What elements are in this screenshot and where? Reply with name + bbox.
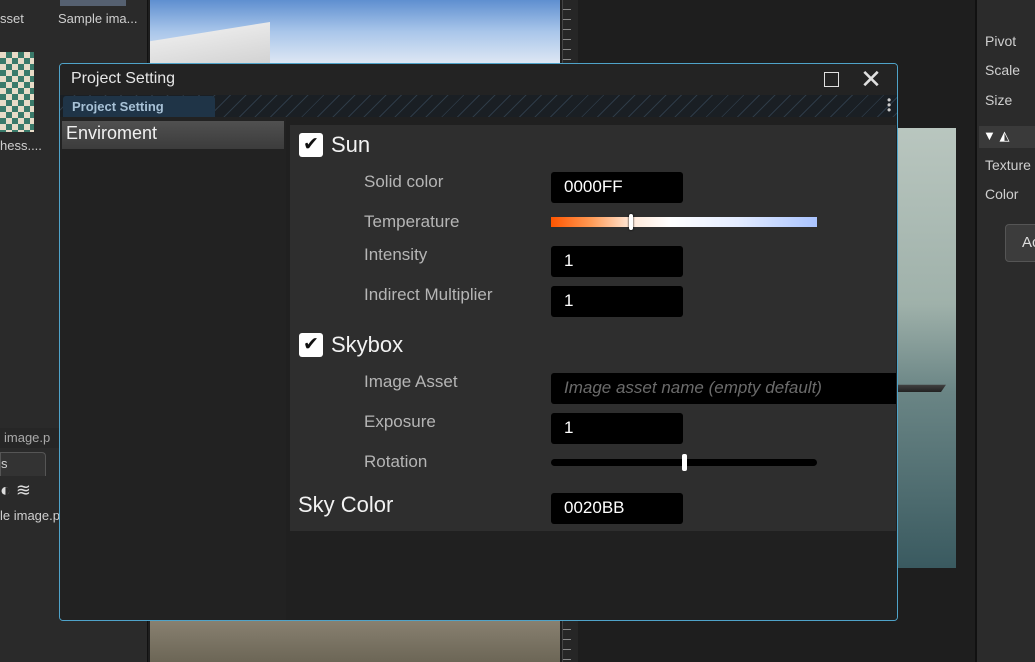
ruler-top <box>562 0 578 64</box>
exposure-label: Exposure <box>364 412 436 431</box>
preview-image-sea <box>896 128 956 568</box>
checkmark-icon: ✔ <box>303 134 319 155</box>
asset-label-2[interactable]: Sample ima... <box>58 11 137 26</box>
ruler-bottom <box>562 620 578 662</box>
sun-section-title: Sun <box>331 132 371 157</box>
intensity-input[interactable]: 1 <box>551 246 683 277</box>
add-component-button[interactable]: Ac <box>1005 224 1035 262</box>
solid-color-label: Solid color <box>364 172 444 191</box>
bottom-panel-tab[interactable]: s <box>0 452 46 476</box>
collapse-triangle-icon[interactable]: ▼ <box>983 128 996 143</box>
temperature-slider-thumb[interactable] <box>628 214 633 230</box>
maximize-button[interactable] <box>818 67 844 93</box>
window-titlebar[interactable]: Project Setting ✕ <box>60 64 897 95</box>
temperature-label: Temperature <box>364 212 460 231</box>
scene-viewport-ground <box>150 618 560 662</box>
sky-color-input[interactable]: 0020BB <box>551 493 683 524</box>
indirect-multiplier-input[interactable]: 1 <box>551 286 683 317</box>
tab-strip: Project Setting • • • <box>60 94 897 117</box>
image-asset-input[interactable]: Image asset name (empty default) <box>551 373 896 404</box>
asset-label-3[interactable]: hess.... <box>0 138 42 153</box>
asset-thumbnail-checker[interactable] <box>0 52 34 132</box>
inspector-label-texture: Texture <box>985 157 1031 173</box>
inspector-label-size: Size <box>985 92 1013 108</box>
more-options-icon[interactable]: • • • <box>887 94 891 116</box>
sun-checkbox[interactable]: ✔ <box>299 133 323 157</box>
environment-settings-panel: ✔ Sun Solid color 0000FF Temperature Int… <box>290 125 896 531</box>
rotation-slider[interactable] <box>551 454 817 471</box>
temperature-slider[interactable] <box>551 214 817 230</box>
solid-color-input[interactable]: 0000FF <box>551 172 683 203</box>
skybox-section-title: Skybox <box>331 332 404 357</box>
component-header[interactable]: ▼ ◭ <box>979 126 1035 148</box>
exposure-input[interactable]: 1 <box>551 413 683 444</box>
inspector-label-pivot: Pivot <box>985 33 1017 49</box>
settings-sidebar: Enviroment <box>60 117 286 620</box>
layers-icon[interactable]: ◐ ≋ <box>0 480 31 501</box>
intensity-label: Intensity <box>364 245 428 264</box>
sidebar-item-enviroment[interactable]: Enviroment <box>62 121 284 149</box>
asset-name-label: le image.p <box>0 508 60 523</box>
indirect-multiplier-label: Indirect Multiplier <box>364 285 493 304</box>
image-icon: ◭ <box>999 128 1010 143</box>
rotation-slider-thumb[interactable] <box>682 454 687 471</box>
tab-project-setting[interactable]: Project Setting <box>63 96 215 117</box>
window-title: Project Setting <box>71 70 176 87</box>
path-label: image.p <box>0 428 60 448</box>
checkmark-icon: ✔ <box>303 334 319 355</box>
image-asset-label: Image Asset <box>364 372 458 391</box>
maximize-icon <box>824 72 839 87</box>
inspector-label-scale: Scale <box>985 62 1021 78</box>
inspector-panel: Pivot Scale Size ▼ ◭ Texture Color Ac <box>975 0 1035 662</box>
asset-label-1[interactable]: sset <box>0 11 24 26</box>
sky-color-label: Sky Color <box>298 492 394 517</box>
skybox-checkbox[interactable]: ✔ <box>299 333 323 357</box>
close-button[interactable]: ✕ <box>858 64 884 94</box>
asset-thumbnail-top[interactable] <box>60 0 126 6</box>
inspector-label-color: Color <box>985 186 1019 202</box>
close-icon: ✕ <box>860 64 882 94</box>
rotation-label: Rotation <box>364 452 428 471</box>
